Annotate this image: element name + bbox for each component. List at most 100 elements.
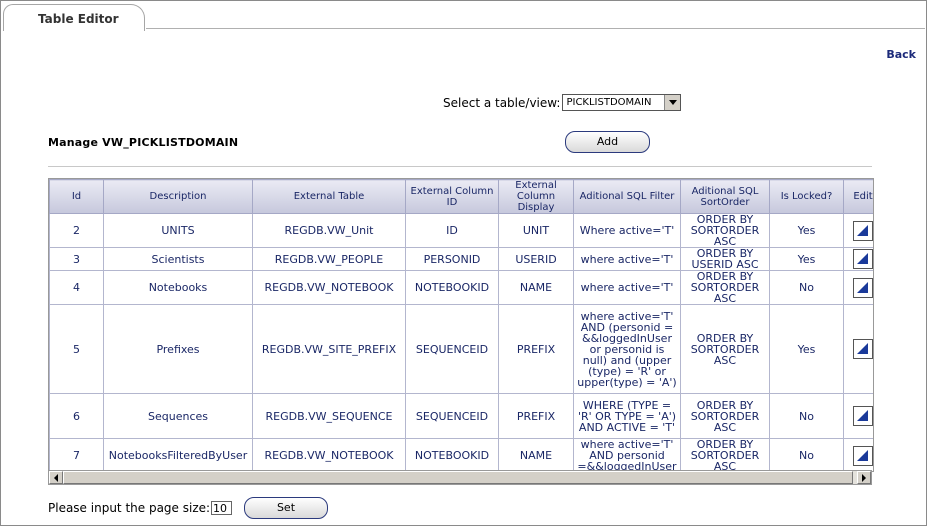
table-cell: NAME — [498, 438, 574, 471]
table-cell: No — [769, 438, 844, 471]
table-selector: Select a table/view: PICKLISTDOMAIN — [443, 94, 682, 111]
arrow-left-icon — [54, 473, 58, 482]
table-cell: UNITS — [103, 213, 253, 248]
table-cell: SEQUENCEID — [405, 393, 499, 439]
table-cell: 4 — [49, 270, 104, 305]
edit-cell — [843, 213, 873, 248]
table-cell: where active='T' AND (personid = &&logge… — [573, 304, 681, 394]
table-select-dropdown[interactable]: PICKLISTDOMAIN — [562, 94, 682, 111]
table-cell: Scientists — [103, 247, 253, 271]
back-link[interactable]: Back — [886, 48, 916, 61]
table-cell: REGDB.VW_SEQUENCE — [252, 393, 406, 439]
table-cell: ORDER BY SORTORDER ASC — [680, 393, 770, 439]
edit-icon[interactable] — [853, 277, 873, 298]
table-cell: NOTEBOOKID — [405, 270, 499, 305]
table-row: 2 UNITS REGDB.VW_Unit ID UNIT Where active='T… — [49, 213, 873, 248]
table-cell: Yes — [769, 304, 844, 394]
table-header-row: Id Description External Table External Colu… — [49, 179, 873, 214]
table-cell: ORDER BY SORTORDER ASC — [680, 213, 770, 248]
table-cell: Notebooks — [103, 270, 253, 305]
edit-icon[interactable] — [853, 339, 873, 359]
table-cell: ORDER BY SORTORDER ASC — [680, 270, 770, 305]
table-cell: Where active='T' — [573, 213, 681, 248]
horizontal-scrollbar[interactable] — [48, 470, 872, 485]
edit-icon[interactable] — [853, 220, 873, 241]
column-header: External Column Display — [498, 179, 574, 214]
column-header: External Table — [252, 179, 406, 214]
edit-cell — [843, 247, 873, 271]
table-cell: 3 — [49, 247, 104, 271]
table-cell: REGDB.VW_Unit — [252, 213, 406, 248]
edit-cell — [843, 438, 873, 471]
page-size-input[interactable] — [211, 501, 233, 515]
table-cell: NAME — [498, 270, 574, 305]
table-cell: ORDER BY SORTORDER ASC — [680, 304, 770, 394]
table-selector-label: Select a table/view: — [443, 95, 561, 110]
table-row: 3 Scientists REGDB.VW_PEOPLE PERSONID USERID… — [49, 247, 873, 271]
table-row: 6 Sequences REGDB.VW_SEQUENCE SEQUENCEID PRE… — [49, 393, 873, 439]
table-row: 5 Prefixes REGDB.VW_SITE_PREFIX SEQUENCEID P… — [49, 304, 873, 394]
table-cell: NOTEBOOKID — [405, 438, 499, 471]
table-cell: 7 — [49, 438, 104, 471]
table-cell: NotebooksFilteredByUser — [103, 438, 253, 471]
table-row: 4 Notebooks REGDB.VW_NOTEBOOK NOTEBOOKID NAM… — [49, 270, 873, 305]
divider — [48, 166, 872, 167]
page-size-row: Please input the page size: — [48, 501, 233, 515]
edit-cell — [843, 304, 873, 394]
table-select-value: PICKLISTDOMAIN — [566, 97, 652, 108]
table-cell: 6 — [49, 393, 104, 439]
tab-underline — [146, 28, 925, 29]
column-header: Edit — [843, 179, 873, 214]
table-cell: Prefixes — [103, 304, 253, 394]
column-header: Id — [49, 179, 104, 214]
table-cell: Yes — [769, 247, 844, 271]
dropdown-button[interactable] — [664, 95, 681, 110]
table-cell: REGDB.VW_NOTEBOOK — [252, 270, 406, 305]
edit-icon[interactable] — [853, 406, 873, 426]
table-cell: USERID — [498, 247, 574, 271]
column-header: Description — [103, 179, 253, 214]
edit-icon[interactable] — [853, 445, 873, 466]
scroll-left-button[interactable] — [49, 471, 63, 484]
column-header: Is Locked? — [769, 179, 844, 214]
table-cell: 5 — [49, 304, 104, 394]
table-cell: where active='T' — [573, 270, 681, 305]
table-cell: 2 — [49, 213, 104, 248]
set-button[interactable]: Set — [244, 497, 328, 519]
manage-title: Manage VW_PICKLISTDOMAIN — [48, 136, 239, 149]
table-cell: SEQUENCEID — [405, 304, 499, 394]
table-cell: Yes — [769, 213, 844, 248]
table-cell: WHERE (TYPE = 'R' OR TYPE = 'A') AND ACT… — [573, 393, 681, 439]
edit-cell — [843, 393, 873, 439]
table-cell: PREFIX — [498, 393, 574, 439]
table-cell: ORDER BY USERID ASC — [680, 247, 770, 271]
arrow-right-icon — [862, 473, 866, 482]
column-header: Aditional SQL SortOrder — [680, 179, 770, 214]
table-cell: ORDER BY SORTORDER ASC — [680, 438, 770, 471]
chevron-down-icon — [668, 100, 677, 105]
tab-table-editor[interactable]: Table Editor — [3, 4, 145, 31]
data-grid: Id Description External Table External Colu… — [48, 178, 874, 472]
table-cell: No — [769, 270, 844, 305]
edit-icon[interactable] — [853, 249, 873, 269]
table-cell: PERSONID — [405, 247, 499, 271]
scroll-right-button[interactable] — [857, 471, 871, 484]
column-header: Aditional SQL Filter — [573, 179, 681, 214]
table-cell: ID — [405, 213, 499, 248]
table-cell: UNIT — [498, 213, 574, 248]
edit-cell — [843, 270, 873, 305]
column-header: External Column ID — [405, 179, 499, 214]
table-cell: REGDB.VW_NOTEBOOK — [252, 438, 406, 471]
table-cell: No — [769, 393, 844, 439]
table-cell: where active='T' AND personid =&&loggedI… — [573, 438, 681, 471]
table-cell: where active='T' — [573, 247, 681, 271]
table-cell: PREFIX — [498, 304, 574, 394]
scroll-thumb[interactable] — [63, 471, 853, 484]
tab-strip: Table Editor — [0, 0, 925, 31]
table-cell: REGDB.VW_SITE_PREFIX — [252, 304, 406, 394]
table-row: 7 NotebooksFilteredByUser REGDB.VW_NOTEBOO… — [49, 438, 873, 471]
picklist-table: Id Description External Table External Colu… — [49, 179, 873, 471]
tab-label: Table Editor — [38, 12, 119, 26]
table-cell: Sequences — [103, 393, 253, 439]
add-button[interactable]: Add — [565, 131, 650, 153]
